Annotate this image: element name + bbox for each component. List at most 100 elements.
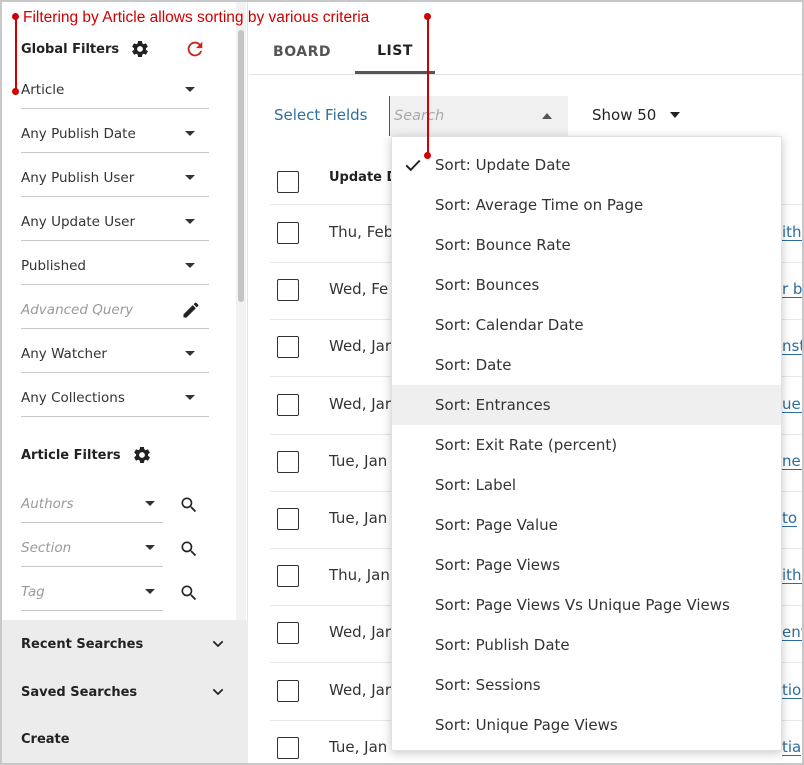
row-title-link[interactable]: ith bbox=[782, 567, 802, 585]
row-title-link[interactable]: uer bbox=[782, 396, 802, 413]
row-update-date: Wed, Jar bbox=[329, 337, 392, 356]
row-title-link[interactable]: tia bbox=[782, 739, 802, 756]
update-user-value: Any Update User bbox=[21, 213, 136, 230]
sort-option-label: Sort: Page Views Vs Unique Page Views bbox=[435, 596, 730, 614]
annotation-callout: Filtering by Article allows sorting by v… bbox=[23, 9, 370, 26]
caret-down-icon bbox=[185, 263, 195, 268]
sort-option[interactable]: Sort: Bounce Rate bbox=[392, 225, 781, 265]
collections-select[interactable]: Any Collections bbox=[21, 379, 209, 417]
sort-option-label: Sort: Exit Rate (percent) bbox=[435, 436, 618, 454]
caret-up-icon[interactable] bbox=[542, 113, 552, 119]
sort-option[interactable]: Sort: Page Views Vs Unique Page Views bbox=[392, 585, 781, 625]
row-update-date: Tue, Jan bbox=[329, 737, 388, 756]
pencil-icon[interactable] bbox=[181, 300, 201, 320]
caret-down-icon bbox=[670, 112, 681, 118]
sort-option-label: Sort: Page Views bbox=[435, 556, 561, 574]
sort-option[interactable]: Sort: Bounces bbox=[392, 265, 781, 305]
row-checkbox[interactable] bbox=[277, 679, 299, 702]
row-title-link[interactable]: tion bbox=[782, 682, 802, 699]
row-checkbox[interactable] bbox=[277, 393, 299, 416]
caret-down-icon bbox=[145, 501, 155, 506]
row-update-date: Thu, Jan bbox=[329, 566, 390, 585]
caret-down-icon bbox=[185, 219, 195, 224]
sidebar-scrollbar[interactable] bbox=[236, 2, 246, 622]
article-filters-title: Article Filters bbox=[21, 447, 121, 463]
tag-select[interactable]: Tag bbox=[21, 573, 163, 611]
sort-option-label: Sort: Date bbox=[435, 356, 512, 374]
sort-option-label: Sort: Sessions bbox=[435, 676, 541, 694]
publish-date-value: Any Publish Date bbox=[21, 125, 136, 142]
status-value: Published bbox=[21, 257, 86, 274]
sort-option[interactable]: Sort: Calendar Date bbox=[392, 305, 781, 345]
search-input[interactable] bbox=[394, 108, 524, 124]
row-checkbox[interactable] bbox=[277, 222, 299, 244]
tab-list[interactable]: LIST bbox=[355, 30, 435, 74]
refresh-icon[interactable] bbox=[182, 36, 208, 62]
sort-option[interactable]: Sort: Page Value bbox=[392, 505, 781, 545]
sort-option[interactable]: Sort: Exit Rate (percent) bbox=[392, 425, 781, 465]
publish-date-select[interactable]: Any Publish Date bbox=[21, 115, 209, 153]
row-checkbox[interactable] bbox=[277, 736, 299, 759]
watcher-select[interactable]: Any Watcher bbox=[21, 335, 209, 373]
search-icon[interactable] bbox=[177, 537, 201, 561]
sort-option[interactable]: Sort: Average Time on Page bbox=[392, 185, 781, 225]
row-update-date: Tue, Jan bbox=[329, 509, 388, 527]
sort-option[interactable]: Sort: Date bbox=[392, 345, 781, 385]
sort-option[interactable]: Sort: Unique Page Views bbox=[392, 705, 781, 745]
row-title-link[interactable]: ith bbox=[782, 224, 802, 241]
search-icon[interactable] bbox=[177, 581, 201, 605]
row-title-link[interactable]: to bbox=[782, 510, 798, 527]
sort-option-label: Sort: Calendar Date bbox=[435, 316, 584, 334]
advanced-query-field[interactable]: Advanced Query bbox=[21, 291, 209, 329]
scrollbar-thumb[interactable] bbox=[238, 30, 244, 302]
sort-option-label: Sort: Label bbox=[435, 476, 517, 494]
select-all-checkbox[interactable] bbox=[277, 171, 299, 193]
caret-down-icon bbox=[185, 175, 195, 180]
sort-search-combobox[interactable] bbox=[389, 96, 568, 136]
row-title-link[interactable]: r b bbox=[782, 281, 802, 299]
row-title-link[interactable]: nst bbox=[782, 338, 802, 356]
caret-down-icon bbox=[185, 87, 195, 92]
row-checkbox[interactable] bbox=[277, 336, 299, 359]
row-checkbox[interactable] bbox=[277, 565, 299, 588]
sort-option[interactable]: Sort: Sessions bbox=[392, 665, 781, 705]
filter-type-select[interactable]: Article bbox=[21, 71, 209, 109]
create-link[interactable]: Create bbox=[21, 732, 226, 747]
update-user-select[interactable]: Any Update User bbox=[21, 203, 209, 241]
search-icon[interactable] bbox=[177, 493, 201, 517]
page-size-select[interactable]: Show 50 bbox=[592, 106, 681, 124]
section-select[interactable]: Section bbox=[21, 529, 163, 567]
gear-icon[interactable] bbox=[129, 38, 151, 60]
searches-panel: Recent Searches Saved Searches Create bbox=[2, 620, 248, 763]
row-update-date: Wed, Jar bbox=[329, 394, 392, 413]
select-fields-link[interactable]: Select Fields bbox=[274, 106, 367, 124]
row-checkbox[interactable] bbox=[277, 450, 299, 473]
view-tabs: BOARD LIST bbox=[249, 30, 802, 75]
gear-icon[interactable] bbox=[131, 444, 153, 466]
sort-option[interactable]: Sort: Update Date bbox=[392, 145, 781, 185]
sort-option[interactable]: Sort: Label bbox=[392, 465, 781, 505]
row-checkbox[interactable] bbox=[277, 279, 299, 302]
sort-option-label: Sort: Update Date bbox=[435, 156, 571, 174]
sort-option[interactable]: Sort: Entrances bbox=[392, 385, 781, 425]
row-checkbox[interactable] bbox=[277, 622, 299, 645]
collections-value: Any Collections bbox=[21, 389, 125, 406]
recent-searches-toggle[interactable]: Recent Searches bbox=[21, 636, 226, 652]
watcher-value: Any Watcher bbox=[21, 345, 107, 362]
page-size-value: Show 50 bbox=[592, 106, 657, 124]
sort-option-label: Sort: Entrances bbox=[435, 396, 551, 414]
sort-dropdown-menu: Sort: Update Date Sort: Average Time on P… bbox=[391, 136, 782, 751]
row-checkbox[interactable] bbox=[277, 508, 299, 530]
status-select[interactable]: Published bbox=[21, 247, 209, 285]
annotation-dot bbox=[424, 152, 431, 159]
row-update-date: Wed, Jar bbox=[329, 680, 392, 699]
saved-searches-toggle[interactable]: Saved Searches bbox=[21, 684, 226, 700]
authors-select[interactable]: Authors bbox=[21, 485, 163, 523]
column-header-update-date[interactable]: Update D bbox=[329, 170, 397, 185]
sort-option[interactable]: Sort: Publish Date bbox=[392, 625, 781, 665]
publish-user-select[interactable]: Any Publish User bbox=[21, 159, 209, 197]
row-title-link[interactable]: ent bbox=[782, 624, 802, 642]
tab-board[interactable]: BOARD bbox=[263, 30, 341, 74]
sort-option[interactable]: Sort: Page Views bbox=[392, 545, 781, 585]
row-title-link[interactable]: ne s bbox=[782, 453, 802, 470]
